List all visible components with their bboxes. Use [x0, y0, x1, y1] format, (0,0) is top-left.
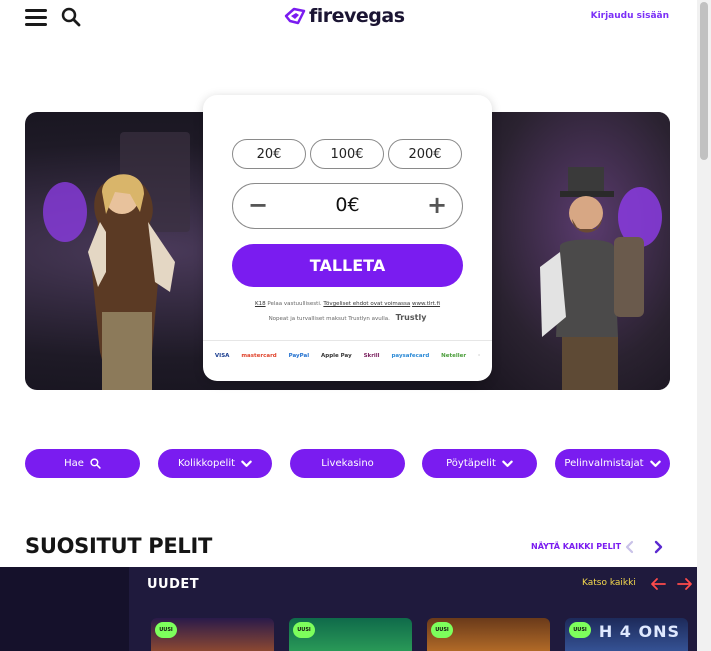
amount-chip-20[interactable]: 20€	[232, 139, 306, 169]
decrease-amount-button[interactable]: −	[245, 193, 271, 219]
category-label: Livekasino	[321, 458, 374, 469]
deposit-button[interactable]: TALLETA	[232, 244, 463, 287]
game-tile[interactable]: UUSI H 4 ONS	[565, 618, 688, 651]
login-link[interactable]: Kirjaudu sisään	[591, 11, 669, 21]
mastercard-logo: mastercard	[241, 353, 277, 359]
game-tile[interactable]: UUSI	[427, 618, 550, 651]
category-label: Pöytäpelit	[446, 458, 496, 469]
game-tile[interactable]: UUSI	[151, 618, 274, 651]
chevron-down-icon	[649, 460, 661, 468]
terms-link[interactable]: Tövgeliset ehdot ovat voimassa	[323, 301, 410, 307]
more-payments-dot: ·	[477, 353, 481, 359]
visa-logo: VISA	[214, 353, 230, 359]
skrill-logo: Skrill	[363, 353, 380, 359]
amount-value-input[interactable]: 0€	[293, 194, 402, 216]
amount-chip-200[interactable]: 200€	[388, 139, 462, 169]
age-limit-badge: K18	[254, 301, 266, 307]
search-icon[interactable]	[61, 7, 81, 27]
game-tile[interactable]: UUSI	[289, 618, 412, 651]
new-badge: UUSI	[569, 622, 591, 638]
paysafecard-logo: paysafecard	[391, 353, 430, 359]
hero-character-left-image	[43, 174, 175, 390]
logo-text: firevegas	[309, 5, 405, 27]
apple-pay-logo: Apple Pay	[321, 353, 352, 359]
category-label: Kolikkopelit	[177, 458, 236, 469]
trustly-logo: Trustly	[395, 313, 427, 322]
new-badge: UUSI	[293, 622, 315, 638]
deposit-card: 20€ 100€ 200€ − 0€ + TALLETA K18 Pelaa v…	[203, 95, 492, 381]
slots-category-button[interactable]: Kolikkopelit	[158, 449, 272, 478]
chevron-left-icon[interactable]	[623, 539, 637, 555]
providers-button[interactable]: Pelinvalmistajat	[555, 449, 670, 478]
show-all-games-link[interactable]: NÄYTÄ KAIKKI PELIT	[531, 542, 621, 551]
payment-methods: VISA mastercard PayPal Apple Pay Skrill …	[203, 353, 492, 359]
amount-chip-100[interactable]: 100€	[310, 139, 384, 169]
card-divider	[203, 340, 492, 341]
arrow-right-icon[interactable]	[677, 577, 693, 591]
responsible-gaming-text: Pelaa vastuullisesti.	[267, 301, 322, 307]
chevron-down-icon	[502, 460, 513, 468]
increase-amount-button[interactable]: +	[424, 193, 450, 219]
new-badge: UUSI	[155, 622, 177, 638]
trustly-notice: Nopeat ja turvalliset maksut Trustlyn av…	[203, 313, 492, 322]
game-tile-title: H 4 ONS	[598, 622, 680, 641]
paypal-logo: PayPal	[288, 353, 310, 359]
table-games-button[interactable]: Pöytäpelit	[422, 449, 537, 478]
help-site-link[interactable]: www.tlrt.fi	[412, 301, 440, 307]
chevron-down-icon	[241, 460, 252, 468]
site-header: firevegas Kirjaudu sisään	[0, 0, 697, 34]
new-games-title: UUDET	[147, 577, 200, 592]
hero-character-right-image	[540, 167, 662, 390]
trustly-description: Nopeat ja turvalliset maksut Trustlyn av…	[268, 316, 390, 322]
site-logo[interactable]: firevegas	[284, 4, 405, 28]
category-label: Hae	[64, 458, 84, 469]
popular-games-title: SUOSITUT PELIT	[25, 534, 213, 558]
search-icon	[90, 458, 101, 469]
amount-stepper: − 0€ +	[232, 183, 463, 229]
search-games-button[interactable]: Hae	[25, 449, 140, 478]
category-label: Pelinvalmistajat	[564, 458, 644, 469]
live-casino-button[interactable]: Livekasino	[290, 449, 405, 478]
scrollbar-thumb[interactable]	[700, 2, 708, 160]
legal-notice: K18 Pelaa vastuullisesti. Tövgeliset ehd…	[203, 301, 492, 307]
arrow-left-icon[interactable]	[650, 577, 666, 591]
logo-mark-icon	[284, 7, 306, 25]
neteller-logo: Neteller	[441, 353, 467, 359]
menu-icon[interactable]	[25, 9, 47, 27]
see-all-link[interactable]: Katso kaikki	[582, 578, 636, 588]
page-scrollbar[interactable]	[697, 0, 711, 651]
chevron-right-icon[interactable]	[651, 539, 665, 555]
new-badge: UUSI	[431, 622, 453, 638]
